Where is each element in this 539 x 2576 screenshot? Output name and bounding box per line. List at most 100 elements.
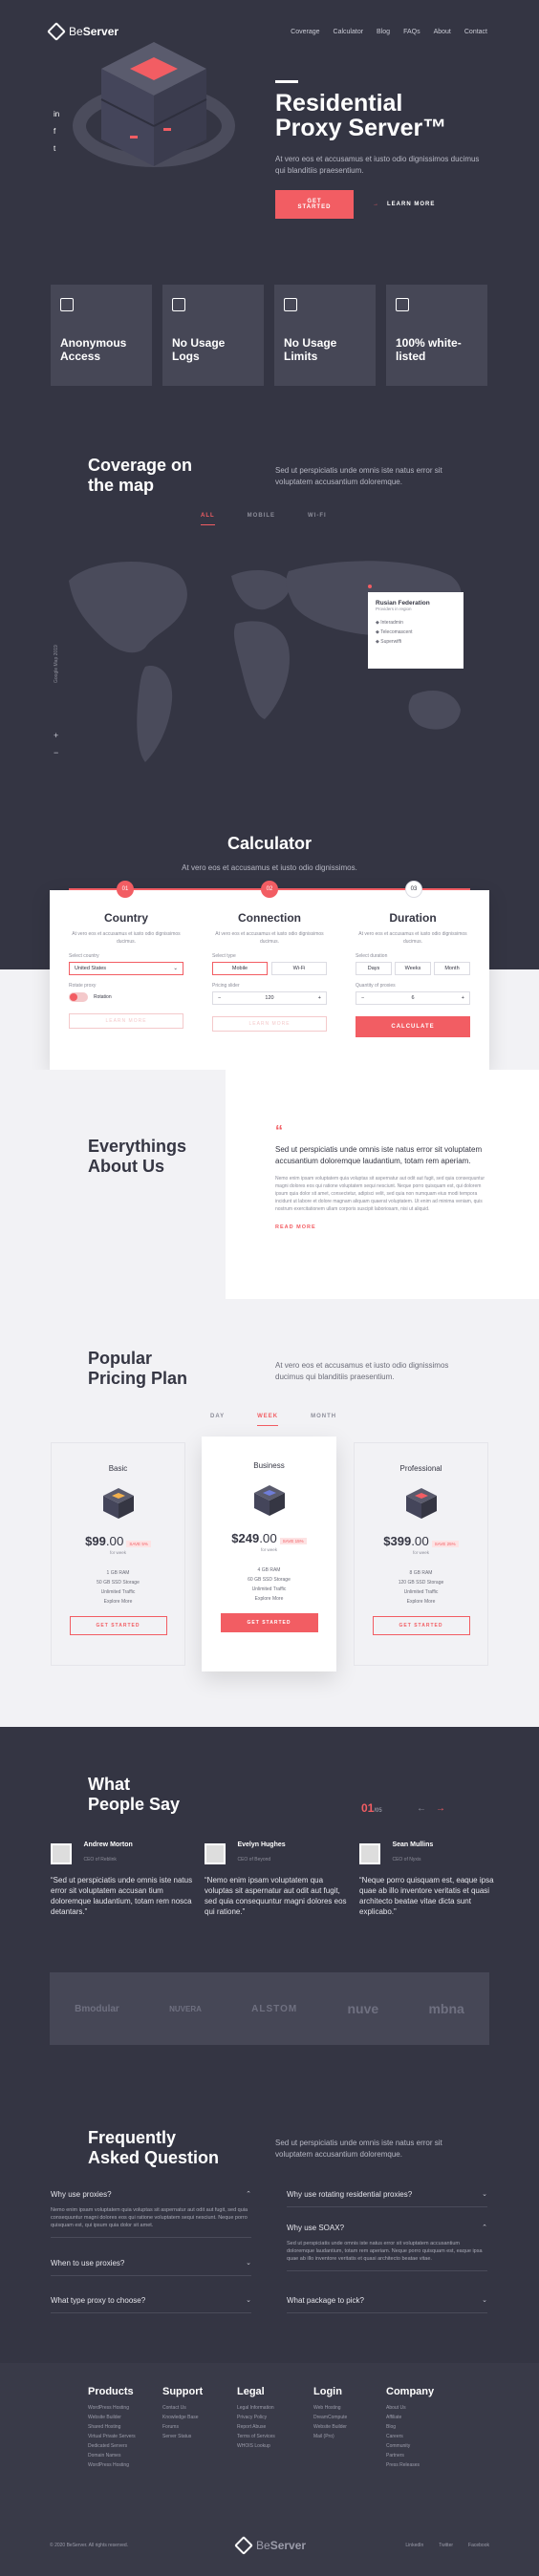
- plan-feature[interactable]: Explore More: [52, 1597, 184, 1607]
- nav-calculator[interactable]: Calculator: [334, 29, 364, 35]
- footer-link[interactable]: Forums: [162, 2422, 203, 2432]
- footer-link[interactable]: Virtual Private Servers: [88, 2432, 136, 2441]
- nav-faqs[interactable]: FAQs: [403, 29, 420, 35]
- option-label: Wi-Fi: [292, 966, 306, 971]
- tab-week[interactable]: WEEK: [257, 1414, 279, 1426]
- tab-wifi[interactable]: WI-FI: [308, 513, 327, 525]
- nav-blog[interactable]: Blog: [377, 29, 390, 35]
- footer-link[interactable]: Terms of Services: [237, 2432, 275, 2441]
- calculator-title: Calculator: [226, 834, 313, 853]
- duration-option[interactable]: Days: [356, 962, 392, 975]
- rotation-toggle[interactable]: [69, 992, 88, 1002]
- provider-item[interactable]: ◆ Telecomascent: [376, 628, 456, 637]
- coverage-section: Coverage on the map Sed ut perspiciatis …: [0, 444, 539, 903]
- get-started-button[interactable]: GET STARTED: [372, 1616, 470, 1635]
- server-illustration: [73, 42, 235, 167]
- zoom-in-icon[interactable]: +: [54, 731, 58, 740]
- footer-link[interactable]: DreamCompute: [313, 2413, 347, 2422]
- cube-icon: [405, 1488, 437, 1519]
- footer-link[interactable]: Mail (Pro): [313, 2432, 347, 2441]
- faq-item[interactable]: Why use rotating residential proxies? ⌄: [287, 2190, 487, 2207]
- nav-coverage[interactable]: Coverage: [291, 29, 319, 35]
- twitter-link[interactable]: Twitter: [439, 2543, 453, 2548]
- linkedin-link[interactable]: LinkedIn: [405, 2543, 423, 2548]
- type-option-wifi[interactable]: Wi-Fi: [271, 962, 327, 975]
- plan-feature: 1 GB RAM: [106, 1570, 130, 1576]
- provider-item[interactable]: ◆ Interadmin: [376, 618, 456, 628]
- linkedin-icon[interactable]: in: [54, 110, 59, 118]
- country-select[interactable]: United States ⌄: [69, 962, 183, 975]
- learn-more-button[interactable]: LEARN MORE: [212, 1016, 327, 1032]
- plan-feature[interactable]: Explore More: [202, 1594, 336, 1604]
- client-logo: NUVERA: [169, 2004, 202, 2013]
- tab-all[interactable]: ALL: [201, 513, 215, 525]
- footer-link[interactable]: Knowledge Base: [162, 2413, 203, 2422]
- hero-title: Residential Proxy Server™: [275, 90, 447, 141]
- footer-link[interactable]: Partners: [386, 2451, 434, 2460]
- faq-item[interactable]: What type proxy to choose? ⌄: [51, 2296, 251, 2313]
- client-logos: Bmodular NUVERA ALSTOM nuve mbna: [50, 1972, 489, 2045]
- faq-item[interactable]: What package to pick? ⌄: [287, 2296, 487, 2313]
- option-label: Mobile: [231, 966, 248, 971]
- footer-link[interactable]: Server Status: [162, 2432, 203, 2441]
- quantity-stepper[interactable]: −6 +: [356, 991, 470, 1005]
- get-started-button[interactable]: GET STARTED: [69, 1616, 167, 1635]
- footer-column: Products WordPress Hosting Website Builde…: [88, 2386, 136, 2470]
- footer-link[interactable]: Careers: [386, 2432, 434, 2441]
- footer-link[interactable]: Community: [386, 2441, 434, 2451]
- tab-mobile[interactable]: MOBILE: [248, 513, 275, 525]
- calculate-button[interactable]: CALCULATE: [356, 1016, 470, 1037]
- facebook-icon[interactable]: f: [54, 127, 59, 136]
- faq-item[interactable]: When to use proxies? ⌄: [51, 2259, 251, 2276]
- duration-option[interactable]: Weeks: [395, 962, 431, 975]
- plan-feature[interactable]: Explore More: [355, 1597, 487, 1607]
- footer-link[interactable]: Domain Names: [88, 2451, 136, 2460]
- footer-link[interactable]: Affiliate: [386, 2413, 434, 2422]
- next-arrow-icon[interactable]: →: [436, 1803, 445, 1814]
- footer-link[interactable]: WordPress Hosting: [88, 2460, 136, 2470]
- plan-feature: Unlimited Traffic: [403, 1589, 439, 1595]
- footer-link[interactable]: Press Releases: [386, 2460, 434, 2470]
- get-started-button[interactable]: GET STARTED: [220, 1613, 318, 1632]
- facebook-link[interactable]: Facebook: [468, 2543, 489, 2548]
- learn-more-button[interactable]: LEARN MORE: [69, 1013, 183, 1029]
- type-option-mobile[interactable]: Mobile: [212, 962, 268, 975]
- twitter-icon[interactable]: t: [54, 144, 59, 153]
- footer-link[interactable]: Blog: [386, 2422, 434, 2432]
- duration-option[interactable]: Month: [434, 962, 470, 975]
- person-name: Andrew Morton: [83, 1842, 133, 1848]
- footer-link[interactable]: Contact Us: [162, 2403, 203, 2413]
- pricing-stepper[interactable]: −120 +: [212, 991, 327, 1005]
- zoom-out-icon[interactable]: −: [54, 748, 58, 757]
- tab-month[interactable]: MONTH: [311, 1414, 336, 1426]
- footer-heading: Login: [313, 2386, 342, 2397]
- footer-link[interactable]: WHOIS Lookup: [237, 2441, 275, 2451]
- footer-link[interactable]: Privacy Policy: [237, 2413, 275, 2422]
- footer-link[interactable]: Website Builder: [313, 2422, 347, 2432]
- nav-about[interactable]: About: [434, 29, 451, 35]
- read-more-link[interactable]: READ MORE: [275, 1224, 487, 1230]
- footer-link[interactable]: Shared Hosting: [88, 2422, 136, 2432]
- learn-more-link[interactable]: → LEARN MORE: [373, 202, 435, 207]
- tab-day[interactable]: DAY: [210, 1414, 225, 1426]
- cube-icon: [253, 1485, 285, 1516]
- faq-item[interactable]: Why use proxies? ⌃ Nemo enim ipsam volupta…: [51, 2190, 251, 2238]
- footer-link[interactable]: Dedicated Servers: [88, 2441, 136, 2451]
- client-logo: mbna: [428, 2001, 464, 2016]
- footer-link[interactable]: Website Builder: [88, 2413, 136, 2422]
- get-started-button[interactable]: GET STARTED: [275, 190, 354, 219]
- person-role: CEO of Beyond: [237, 1857, 271, 1863]
- field-label: Pricing slider: [212, 983, 240, 989]
- footer-link[interactable]: WordPress Hosting: [88, 2403, 136, 2413]
- nav-contact[interactable]: Contact: [464, 29, 487, 35]
- footer-link[interactable]: Legal Information: [237, 2403, 275, 2413]
- price-cents: .00: [105, 1534, 124, 1548]
- faq-item[interactable]: Why use SOAX? ⌃ Sed ut perspiciatis unde o…: [287, 2224, 487, 2271]
- footer-link[interactable]: Web Hosting: [313, 2403, 347, 2413]
- provider-item[interactable]: ◆ Superwiffi: [376, 637, 456, 647]
- prev-arrow-icon[interactable]: ←: [417, 1803, 426, 1814]
- pricing-title: Popular Pricing Plan: [88, 1349, 188, 1388]
- footer-link[interactable]: Report Abuse: [237, 2422, 275, 2432]
- footer-link[interactable]: About Us: [386, 2403, 434, 2413]
- footer-logo[interactable]: BeServer: [234, 2536, 306, 2555]
